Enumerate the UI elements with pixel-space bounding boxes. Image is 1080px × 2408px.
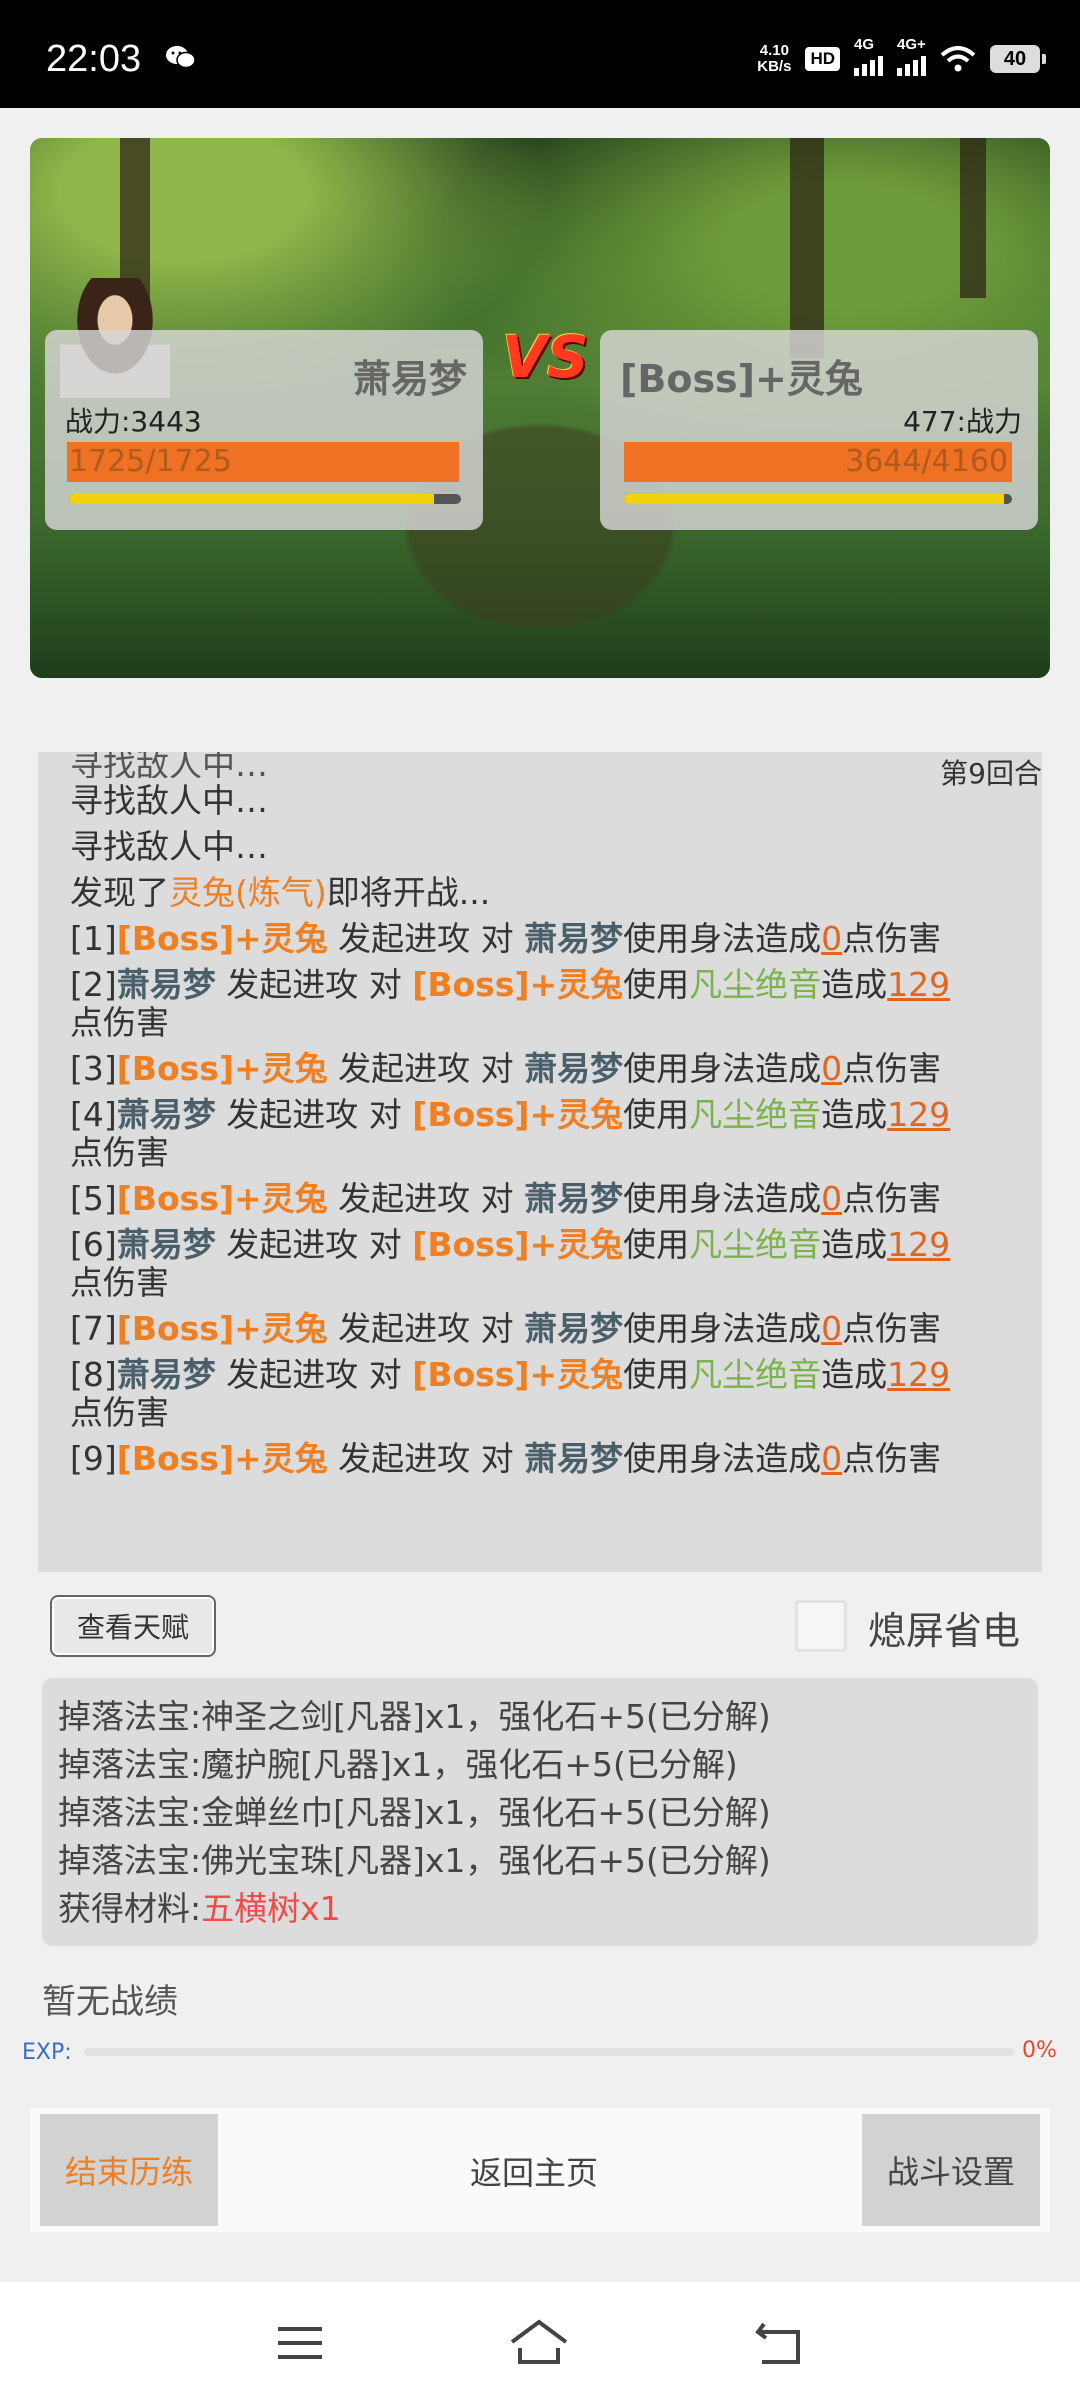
drop-line: 掉落法宝:佛光宝珠[凡器]x1，强化石+5(已分解) [58,1841,771,1880]
player-power: 战力:3443 [65,405,202,438]
vs-emblem: VS [502,323,589,391]
log-line: 发现了灵兔(炼气)即将开战... [70,873,491,912]
home-icon[interactable] [508,2318,570,2368]
log-line: [5][Boss]+灵兔 发起进攻 对 萧易梦使用身法造成0点伤害 [70,1179,942,1218]
log-line: [2]萧易梦 发起进攻 对 [Boss]+灵兔使用凡尘绝音造成129 点伤害 [70,965,951,1042]
network-speed: 4.10 KB/s [757,42,792,75]
log-line: 寻找敌人中… [70,781,268,820]
screen-off-label[interactable]: 熄屏省电 [868,1600,1020,1655]
material-line: 获得材料:五横树x1 [58,1889,341,1928]
log-line: [6]萧易梦 发起进攻 对 [Boss]+灵兔使用凡尘绝音造成129 点伤害 [70,1225,951,1302]
wifi-icon [940,46,976,72]
log-line: [9][Boss]+灵兔 发起进攻 对 萧易梦使用身法造成0点伤害 [70,1439,942,1478]
back-icon[interactable] [754,2318,804,2368]
battle-scene: 萧易梦 战力:3443 1725/1725 VS [Boss]+灵兔 477:战… [30,138,1050,678]
status-bar: 22:03 4.10 KB/s HD 4G 4G+ 40 [0,0,1080,108]
end-training-button[interactable]: 结束历练 [40,2114,218,2226]
exp-percent: 0% [1022,2038,1057,2063]
enemy-card: [Boss]+灵兔 477:战力 3644/4160 [600,330,1038,530]
battle-settings-button[interactable]: 战斗设置 [862,2114,1040,2226]
record-status: 暂无战绩 [42,1982,178,2022]
log-line: [1][Boss]+灵兔 发起进攻 对 萧易梦使用身法造成0点伤害 [70,919,942,958]
exp-label: EXP: [22,2040,72,2065]
clock: 22:03 [46,38,142,80]
enemy-power: 477:战力 [903,405,1022,438]
screen-off-checkbox[interactable] [795,1600,847,1652]
enemy-link: 灵兔(炼气) [169,873,327,912]
hd-badge: HD [805,47,840,71]
return-home-button[interactable]: 返回主页 [470,2148,598,2194]
log-line: [7][Boss]+灵兔 发起进攻 对 萧易梦使用身法造成0点伤害 [70,1309,942,1348]
exp-bar [84,2048,1014,2056]
drop-line: 掉落法宝:金蝉丝巾[凡器]x1，强化石+5(已分解) [58,1793,771,1832]
enemy-hp-text: 3644/4160 [845,444,1008,479]
signal-icon: 4G [854,36,883,76]
signal-icon-2: 4G+ [897,36,926,76]
drop-line: 掉落法宝:魔护腕[凡器]x1，强化石+5(已分解) [58,1745,738,1784]
battery-icon: 40 [990,45,1046,73]
log-line: [8]萧易梦 发起进攻 对 [Boss]+灵兔使用凡尘绝音造成129 点伤害 [70,1355,951,1432]
log-line: [4]萧易梦 发起进攻 对 [Boss]+灵兔使用凡尘绝音造成129 点伤害 [70,1095,951,1172]
menu-icon[interactable] [275,2318,325,2368]
player-name: 萧易梦 [352,357,467,401]
log-line: 寻找敌人中… [70,827,268,866]
bottom-bar: 结束历练 返回主页 战斗设置 [30,2108,1050,2232]
player-energy-bar [69,494,461,504]
material-item: 五横树x1 [201,1889,341,1928]
enemy-name: [Boss]+灵兔 [620,357,863,401]
drop-line: 掉落法宝:神圣之剑[凡器]x1，强化石+5(已分解) [58,1697,771,1736]
log-line-cut: 寻找敌人中… [70,752,268,778]
enemy-hp-bar: 3644/4160 [624,442,1012,482]
wechat-icon [166,46,196,69]
player-hp-bar: 1725/1725 [67,442,459,482]
enemy-energy-bar [624,494,1012,504]
drops-panel: 掉落法宝:神圣之剑[凡器]x1，强化石+5(已分解) 掉落法宝:魔护腕[凡器]x… [42,1678,1038,1946]
system-nav-bar [0,2282,1080,2408]
log-line: [3][Boss]+灵兔 发起进攻 对 萧易梦使用身法造成0点伤害 [70,1049,942,1088]
player-card: 萧易梦 战力:3443 1725/1725 [45,330,483,530]
player-hp-text: 1725/1725 [69,444,232,479]
view-talent-button[interactable]: 查看天赋 [50,1595,216,1657]
battle-log[interactable]: 第9回合 寻找敌人中… 寻找敌人中… 寻找敌人中… 发现了灵兔(炼气)即将开战.… [38,752,1042,1572]
